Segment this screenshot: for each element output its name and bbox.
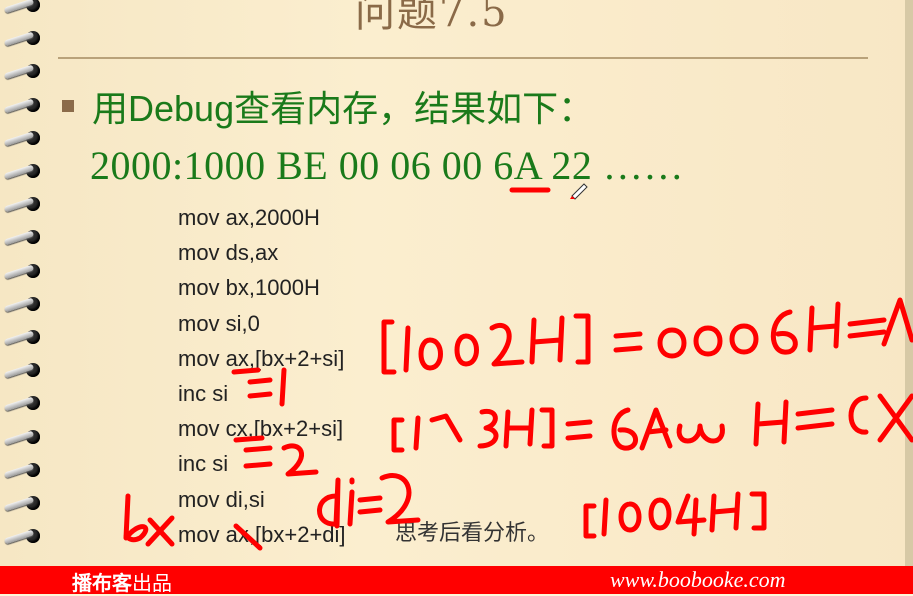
annotation-1003h-mark [391,393,913,453]
binding-ring [3,96,48,114]
memory-dump-line: 2000:1000 BE 00 06 00 6A 22 …… [90,143,684,188]
think-note: 思考后看分析。 [395,521,550,546]
binding-ring [3,461,48,479]
code-line: mov bx,1000H [178,275,320,301]
binding-ring [3,0,48,14]
binding-ring [3,394,48,412]
code-line: inc si [178,451,229,477]
page-edge [905,0,913,566]
code-block: mov ax,2000H mov ds,ax mov bx,1000H mov … [178,200,346,552]
brand-suffix: 出品 [132,573,172,595]
binding-ring [3,129,48,147]
code-line: mov si,0 [178,310,260,336]
footer-bar: 播布客出品 www.boobooke.com [0,566,913,596]
spiral-binding [0,0,60,566]
slide-heading: 用Debug查看内存，结果如下： [92,88,595,129]
code-line: inc si [178,380,229,406]
title-divider [58,57,868,59]
binding-ring [3,228,48,246]
code-line: mov ds,ax [178,240,279,266]
binding-ring [3,162,48,180]
binding-ring [3,428,48,446]
code-line: mov cx,[bx+2+si] [178,416,344,442]
brand-label: 播布客出品 [72,567,172,596]
binding-ring [3,527,48,545]
code-line: mov ax,[bx+2+di] [178,521,346,547]
binding-ring [3,494,48,512]
binding-ring [3,295,48,313]
binding-ring [3,29,48,47]
bullet-icon [62,100,74,112]
annotation-1002h-mark [381,297,913,375]
binding-ring [3,328,48,346]
binding-ring [3,262,48,280]
binding-ring [3,195,48,213]
slide-title: 问题7.5 [355,0,509,36]
binding-ring [3,361,48,379]
binding-ring [3,62,48,80]
pen-cursor-icon [570,183,588,200]
slide-page: 问题7.5 用Debug查看内存，结果如下： 2000:1000 BE 00 0… [0,0,913,594]
code-line: mov ax,[bx+2+si] [178,345,345,371]
annotation-1004h-mark [583,491,767,539]
code-line: mov di,si [178,486,265,512]
code-line: mov ax,2000H [178,205,320,230]
site-url[interactable]: www.boobooke.com [610,567,786,593]
brand-name: 播布客 [72,573,132,595]
